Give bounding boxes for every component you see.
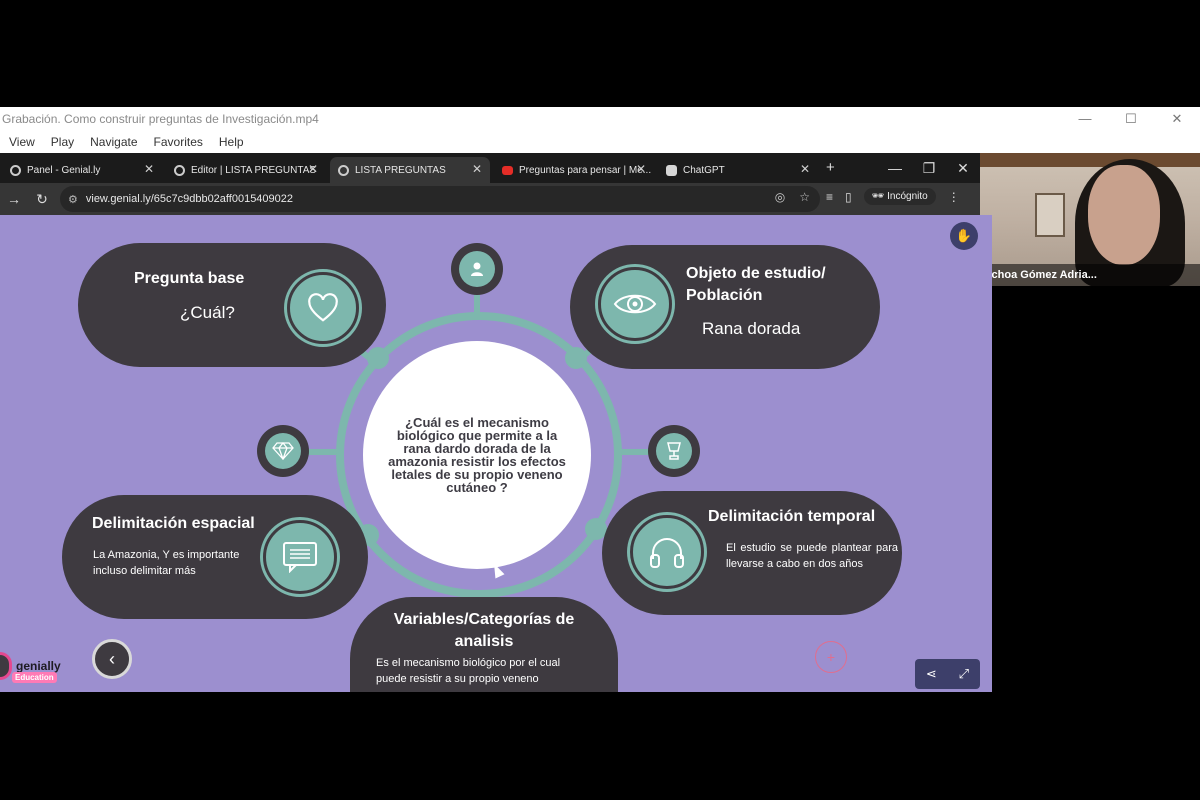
menu-navigate[interactable]: Navigate	[81, 135, 144, 149]
reading-list-icon[interactable]: ≡	[826, 190, 833, 204]
reload-icon[interactable]: ↻	[28, 191, 56, 208]
message-icon	[263, 520, 337, 594]
browser-window: Panel - Genial.ly ✕ Editor | LISTA PREGU…	[0, 153, 980, 215]
ring-node	[565, 347, 587, 369]
tab-close-icon[interactable]: ✕	[144, 162, 154, 176]
card-text: Es el mecanismo biológico por el cual pu…	[376, 657, 561, 685]
education-badge: Education	[12, 672, 57, 683]
tab-close-icon[interactable]: ✕	[800, 162, 810, 176]
player-title: Grabación. Como construir preguntas de I…	[2, 112, 319, 126]
side-panel-icon[interactable]: ▯	[845, 190, 852, 204]
tab-lista-preguntas[interactable]: LISTA PREGUNTAS ✕	[330, 157, 490, 183]
card-text: El estudio se puede plantear para llevar…	[726, 542, 898, 570]
address-bar[interactable]: ⚙ view.genial.ly/65c7c9dbb02aff001540902…	[60, 186, 820, 212]
tab-panel-genially[interactable]: Panel - Genial.ly ✕	[2, 157, 162, 183]
minimize-icon[interactable]: —	[1062, 107, 1108, 131]
webcam-tile: Ochoa Gómez Adria...	[980, 153, 1200, 286]
hand-icon[interactable]: ✋	[950, 222, 978, 250]
slide-controls: ⋖ ⤢	[915, 659, 980, 689]
incognito-label: Incógnito	[887, 191, 928, 202]
ring-node	[367, 347, 389, 369]
close-icon[interactable]: ✕	[1154, 107, 1200, 131]
central-question-text: ¿Cuál es el mecanismo biológico que perm…	[388, 415, 566, 495]
tab-close-icon[interactable]: ✕	[636, 162, 646, 176]
url-text: view.genial.ly/65c7c9dbb02aff0015409022	[85, 193, 294, 205]
tab-editor-lista[interactable]: Editor | LISTA PREGUNTAS ✕	[166, 157, 326, 183]
tab-strip: Panel - Genial.ly ✕ Editor | LISTA PREGU…	[0, 153, 980, 183]
genially-logo: genially Education	[0, 652, 61, 683]
card-title: Delimitación temporal	[708, 508, 876, 525]
card-title: Pregunta base	[134, 270, 245, 287]
genially-icon	[174, 164, 185, 176]
genially-mark-icon	[0, 652, 12, 680]
browser-minimize-icon[interactable]: —	[878, 160, 912, 176]
menu-play[interactable]: Play	[42, 135, 81, 149]
tab-close-icon[interactable]: ✕	[308, 162, 318, 176]
eye-icon	[598, 267, 672, 341]
tab-chatgpt[interactable]: ChatGPT ✕	[658, 157, 818, 183]
forward-icon[interactable]: →	[0, 191, 28, 207]
tab-label: Preguntas para pensar | Me...	[519, 164, 652, 176]
tab-preguntas-para-pensar[interactable]: Preguntas para pensar | Me... ✕	[494, 157, 654, 183]
star-icon[interactable]: ☆	[799, 190, 810, 204]
browser-close-icon[interactable]: ✕	[946, 160, 980, 177]
fullscreen-icon[interactable]: ⤢	[959, 666, 969, 682]
maximize-icon[interactable]: ☐	[1108, 107, 1154, 131]
participant-name: Ochoa Gómez Adria...	[980, 264, 1200, 286]
card-text: Rana dorada	[702, 319, 801, 338]
heart-icon	[287, 272, 359, 344]
card-variables[interactable]: Variables/Categorías de analisis Es el m…	[350, 597, 618, 692]
user-icon	[451, 243, 503, 295]
player-menu-bar: View Play Navigate Favorites Help	[0, 131, 1200, 153]
trophy-icon	[648, 425, 700, 477]
eye-off-icon[interactable]: ◎	[775, 190, 785, 204]
card-title: Variables/Categorías de analisis	[393, 611, 575, 650]
headphones-icon	[630, 515, 704, 589]
tab-label: ChatGPT	[683, 164, 725, 176]
wall-frame	[1035, 193, 1065, 237]
site-info-icon[interactable]: ⚙	[68, 193, 78, 206]
tab-label: LISTA PREGUNTAS	[355, 164, 446, 176]
menu-favorites[interactable]: Favorites	[145, 135, 210, 149]
chatgpt-icon	[666, 164, 677, 176]
central-question: ¿Cuál es el mecanismo biológico que perm…	[363, 341, 591, 569]
plus-icon: +	[826, 649, 836, 665]
participant-face	[1088, 165, 1160, 265]
back-button[interactable]: ‹	[92, 639, 132, 679]
tab-label: Panel - Genial.ly	[27, 164, 101, 176]
menu-view[interactable]: View	[0, 135, 42, 149]
share-icon[interactable]: ⋖	[926, 666, 937, 682]
diamond-icon	[257, 425, 309, 477]
card-title: Objeto de estudio/ Población	[686, 265, 826, 304]
tab-label: Editor | LISTA PREGUNTAS	[191, 164, 317, 176]
ceiling-beam	[980, 153, 1200, 167]
logo-text: genially	[16, 659, 61, 673]
genially-icon	[10, 164, 21, 176]
browser-restore-icon[interactable]: ❐	[912, 160, 946, 177]
browser-toolbar: → ↻ ⚙ view.genial.ly/65c7c9dbb02aff00154…	[0, 183, 980, 215]
card-text: ¿Cuál?	[180, 303, 235, 322]
incognito-badge[interactable]: 🕶 Incógnito	[863, 188, 936, 205]
card-text: La Amazonia, Y es importante incluso del…	[93, 549, 240, 577]
player-title-bar: Grabación. Como construir preguntas de I…	[0, 107, 1200, 131]
genially-slide: ¿Cuál es el mecanismo biológico que perm…	[0, 215, 992, 692]
tab-close-icon[interactable]: ✕	[472, 162, 482, 176]
card-title: Delimitación espacial	[92, 515, 255, 532]
youtube-icon	[502, 165, 513, 175]
kebab-menu-icon[interactable]: ⋮	[948, 190, 960, 204]
genially-icon	[338, 164, 349, 176]
chevron-left-icon: ‹	[109, 648, 115, 669]
add-button[interactable]: +	[815, 641, 847, 673]
menu-help[interactable]: Help	[210, 135, 251, 149]
new-tab-icon[interactable]: +	[826, 159, 835, 176]
